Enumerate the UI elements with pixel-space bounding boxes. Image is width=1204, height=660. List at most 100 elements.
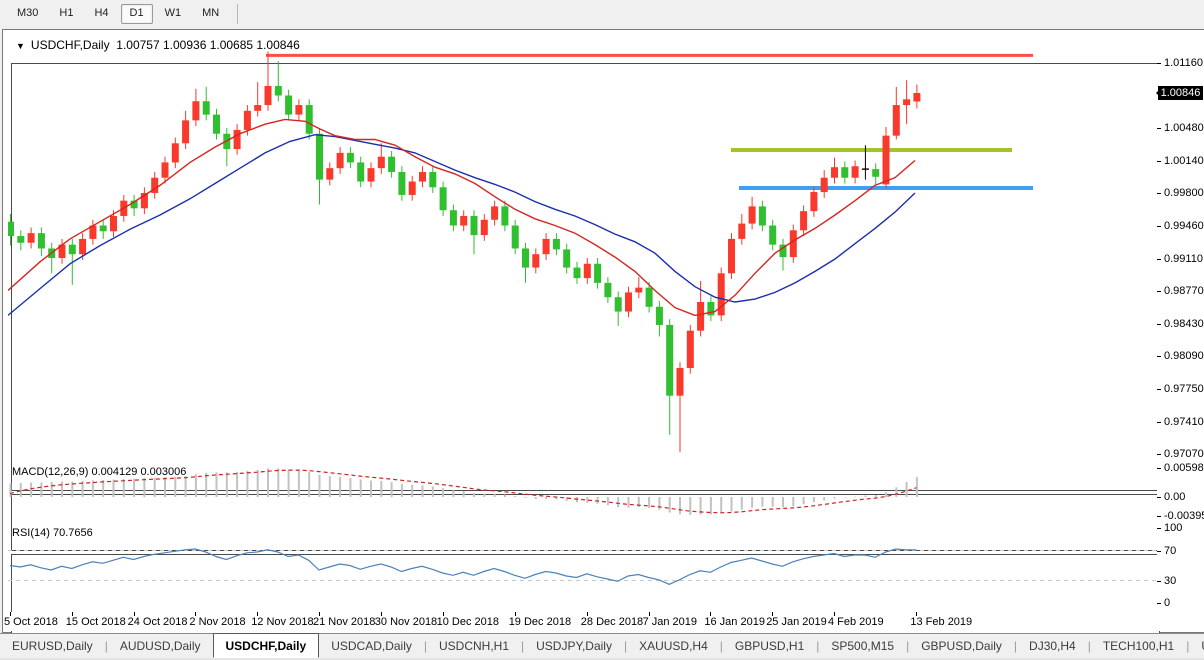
toolbar-separator: [237, 4, 239, 24]
candle: [913, 84, 921, 109]
axis-tick: [1157, 225, 1161, 227]
axis-tick: [1157, 454, 1161, 455]
chart-tab-usdchf-daily[interactable]: USDCHF,Daily: [212, 633, 320, 658]
candle: [686, 324, 694, 374]
price-axis-label: 0.99460: [1164, 219, 1204, 232]
candle: [264, 51, 272, 111]
price-axis-label: 0.98430: [1164, 317, 1204, 330]
date-label: 10 Dec 2018: [436, 616, 499, 628]
rsi-label: RSI(14) 70.7656: [12, 527, 93, 539]
chart-tab-gbpusd-daily[interactable]: GBPUSD,Daily: [909, 634, 1014, 657]
candle: [666, 319, 674, 435]
candle: [717, 267, 725, 322]
chart-tab-tech100-h1[interactable]: TECH100,H1: [1091, 634, 1186, 657]
candle: [573, 261, 581, 284]
candle: [614, 291, 622, 326]
price-axis: 1.01160 1.00480 1.00140 0.99800 0.99460 0.991…: [1156, 30, 1204, 631]
chart-tab-sp500-m15[interactable]: SP500,M15: [819, 634, 906, 657]
rsi-axis-label: 30: [1164, 574, 1177, 587]
date-label: 12 Nov 2018: [251, 616, 314, 628]
chart-tab-usdcad-daily[interactable]: USDCAD,Daily: [319, 634, 424, 657]
candle: [511, 219, 519, 255]
price-axis-label: 0.98770: [1164, 285, 1204, 298]
candle: [37, 227, 45, 257]
candle: [594, 258, 602, 289]
candle: [99, 219, 107, 239]
macd-axis-label: 0.005985: [1164, 461, 1204, 474]
candle: [27, 227, 35, 249]
candle: [831, 157, 838, 184]
chart-tab-xauusd-h4[interactable]: XAUUSD,H4: [627, 634, 720, 657]
candle: [758, 200, 766, 232]
chart-tabs: EURUSD,Daily | AUDUSD,Daily USDCHF,Daily USD…: [0, 633, 1204, 658]
timeframe-button-d1[interactable]: D1: [120, 4, 153, 24]
candle: [305, 99, 313, 140]
rsi-line: [9, 548, 917, 585]
candle: [583, 258, 591, 284]
candle: [408, 175, 416, 201]
timeframe-button-m30[interactable]: M30: [8, 4, 47, 24]
candle: [388, 150, 396, 178]
chart-tab-dj30-h4[interactable]: DJ30,H4: [1017, 634, 1088, 657]
candle: [8, 214, 14, 246]
price-axis-label: 1.01160: [1164, 57, 1203, 69]
candle: [89, 219, 97, 245]
current-price-badge: 1.00846: [1156, 86, 1203, 101]
candle: [491, 200, 499, 226]
candle: [419, 166, 426, 188]
candle: [748, 196, 756, 230]
candle: [233, 124, 241, 155]
date-label: 15 Oct 2018: [65, 616, 126, 628]
candle: [625, 286, 632, 318]
candle: [449, 204, 457, 232]
candle: [542, 233, 550, 260]
candle: [274, 61, 282, 102]
chart-tab-eurusd-daily[interactable]: EURUSD,Daily: [0, 634, 105, 657]
axis-tick: [1157, 528, 1161, 529]
candle: [336, 147, 344, 174]
chart-tab-gbpusd-h1[interactable]: GBPUSD,H1: [723, 634, 816, 657]
axis-tick: [1157, 258, 1161, 260]
chart-symbol-label: USDCHF,Daily: [30, 38, 110, 52]
candle: [202, 86, 210, 121]
timeframe-button-mn[interactable]: MN: [193, 4, 228, 24]
candle: [182, 110, 190, 150]
chart-ohlc-values: 1.00757 1.00936 1.00685 1.00846: [116, 38, 300, 52]
timeframe-button-h4[interactable]: H4: [85, 4, 117, 24]
candle: [223, 128, 231, 167]
axis-tick: [1157, 516, 1161, 518]
candle: [346, 147, 354, 169]
chart-tab-usdcnh-h1[interactable]: USDCNH,H1: [427, 634, 521, 657]
candle: [367, 162, 375, 188]
rsi-axis-label: 0: [1164, 597, 1171, 609]
chart-tab-audusd-daily[interactable]: AUDUSD,Daily: [108, 634, 213, 657]
candle: [552, 233, 560, 256]
axis-tick: [1157, 160, 1161, 162]
price-chart[interactable]: [8, 33, 1157, 461]
macd-name: MACD(12,26,9): [12, 466, 89, 478]
chart-dropdown-icon[interactable]: ▼: [16, 41, 25, 51]
timeframe-buttons: M30 H1 H4 D1 W1 MN: [8, 4, 231, 24]
candle: [820, 170, 828, 198]
date-label: 16 Jan 2019: [704, 616, 765, 628]
candle: [48, 242, 56, 274]
rsi-value: 70.7656: [52, 527, 93, 539]
candle: [563, 243, 571, 274]
rsi-chart[interactable]: [8, 524, 1157, 611]
candle: [872, 163, 880, 185]
date-axis: 5 Oct 2018 15 Oct 2018 24 Oct 2018 2 Nov 20…: [4, 612, 1157, 631]
price-axis-label: 1.00140: [1164, 154, 1204, 167]
candle: [728, 233, 735, 280]
candle: [213, 108, 220, 140]
date-label: 4 Feb 2019: [828, 616, 884, 628]
chart-tab-usdjpy-daily[interactable]: USDJPY,Daily: [524, 634, 624, 657]
timeframe-button-h1[interactable]: H1: [50, 4, 82, 24]
date-label: 21 Nov 2018: [313, 616, 376, 628]
rsi-axis-label: 100: [1164, 522, 1183, 534]
date-label: 28 Dec 2018: [580, 616, 644, 628]
price-axis-label: 1.00480: [1164, 122, 1204, 134]
price-axis-label: 0.97070: [1164, 448, 1204, 460]
timeframe-button-w1[interactable]: W1: [156, 4, 191, 24]
chart-tab-ul[interactable]: Ul: [1189, 634, 1204, 657]
axis-tick: [1157, 550, 1161, 552]
